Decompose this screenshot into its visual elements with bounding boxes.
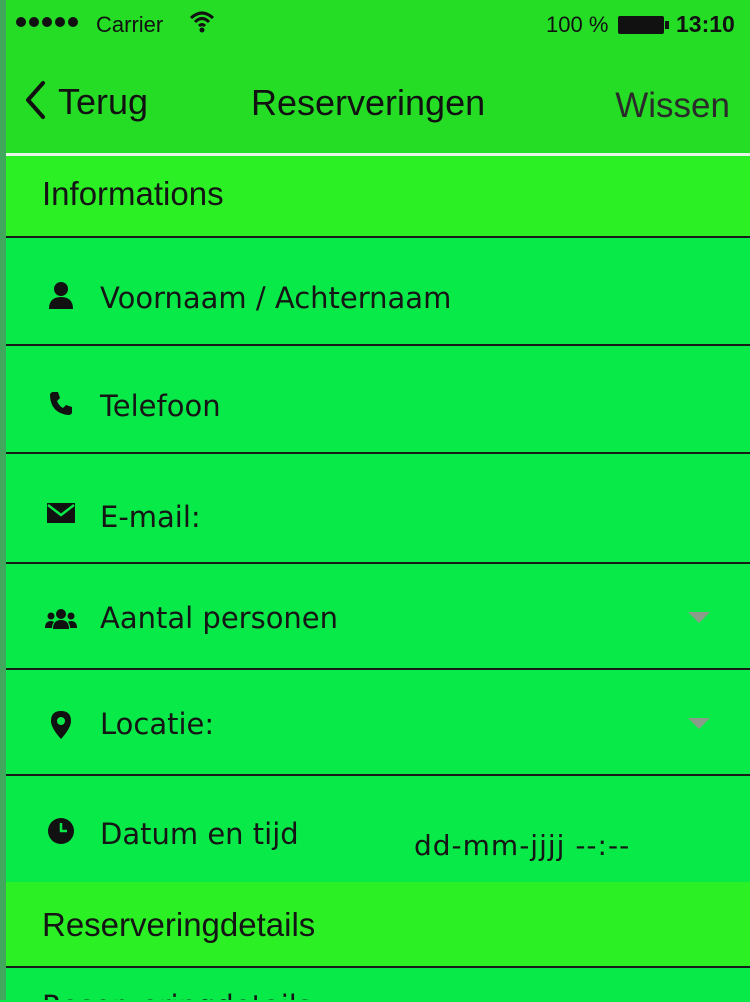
datetime-input[interactable]: dd-mm-jjjj --:-- bbox=[414, 829, 630, 862]
map-pin-icon bbox=[44, 708, 78, 742]
battery-icon bbox=[618, 16, 669, 34]
clock-icon bbox=[44, 814, 78, 848]
reservation-screen: Carrier 100 % 13:10 Terug Reserveringen … bbox=[0, 0, 750, 1000]
name-field[interactable]: Voornaam / Achternaam bbox=[6, 236, 750, 346]
page-title: Reserveringen bbox=[251, 82, 486, 123]
clock-time: 13:10 bbox=[676, 11, 735, 37]
section-title: Informations bbox=[42, 175, 224, 212]
clear-button[interactable]: Wissen bbox=[615, 86, 730, 126]
persons-placeholder: Aantal personen bbox=[100, 601, 339, 635]
section-title: Reserveringdetails bbox=[42, 906, 316, 943]
back-button[interactable]: Terug bbox=[24, 80, 148, 124]
location-select[interactable]: Locatie: bbox=[6, 668, 750, 776]
back-button-label: Terug bbox=[58, 81, 149, 122]
datetime-label: Datum en tijd bbox=[100, 817, 299, 851]
email-field[interactable]: E-mail: bbox=[6, 452, 750, 564]
envelope-icon bbox=[44, 496, 78, 530]
group-icon bbox=[44, 602, 78, 636]
navigation-bar: Terug Reserveringen Wissen bbox=[6, 52, 750, 153]
section-header-informations: Informations bbox=[6, 156, 750, 236]
details-placeholder: Reserveringdetails bbox=[42, 989, 312, 1000]
person-icon bbox=[44, 278, 78, 312]
dropdown-arrow-icon[interactable] bbox=[688, 612, 710, 623]
phone-field[interactable]: Telefoon bbox=[6, 344, 750, 454]
carrier-label: Carrier bbox=[96, 12, 164, 37]
datetime-field[interactable]: Datum en tijd dd-mm-jjjj --:-- bbox=[6, 774, 750, 884]
name-placeholder: Voornaam / Achternaam bbox=[100, 281, 452, 315]
location-placeholder: Locatie: bbox=[100, 707, 215, 741]
chevron-left-icon bbox=[24, 80, 46, 124]
battery-percentage: 100 % bbox=[546, 12, 609, 37]
phone-icon bbox=[44, 386, 78, 420]
email-placeholder: E-mail: bbox=[100, 500, 201, 534]
status-bar: Carrier 100 % 13:10 bbox=[6, 0, 750, 52]
signal-strength-icon bbox=[16, 17, 78, 27]
wifi-icon bbox=[189, 10, 215, 38]
section-header-details: Reserveringdetails bbox=[6, 882, 750, 966]
details-field-clip: Reserveringdetails bbox=[6, 968, 750, 1000]
phone-placeholder: Telefoon bbox=[100, 389, 221, 423]
dropdown-arrow-icon[interactable] bbox=[688, 718, 710, 729]
persons-select[interactable]: Aantal personen bbox=[6, 562, 750, 670]
